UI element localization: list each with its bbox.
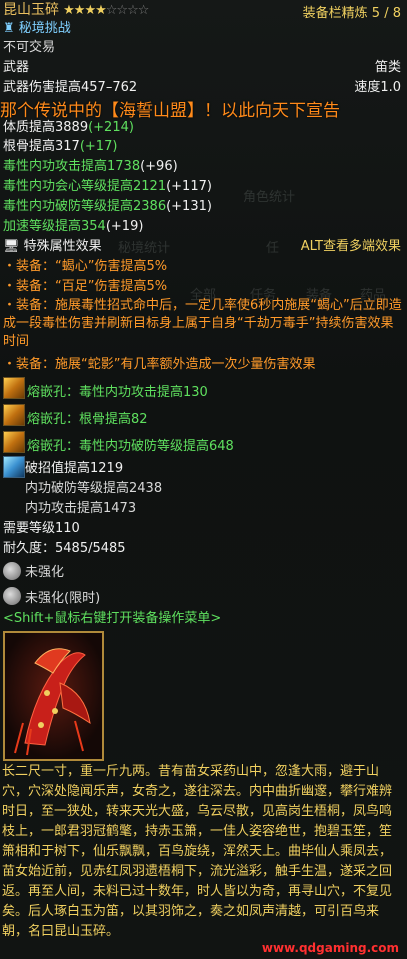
special-header-label: 特殊属性效果 — [23, 239, 102, 254]
level-requirement: 需要等级110 — [3, 521, 80, 536]
stat-line: 毒性内功攻击提高1738(+96) — [3, 159, 178, 175]
star-filled-icon: ★ — [84, 3, 96, 18]
special-header: 🖥 特殊属性效果 — [3, 239, 102, 255]
stat-text: 毒性内功会心等级提高2121 — [3, 179, 167, 194]
star-empty-icon: ☆ — [127, 3, 139, 18]
enhance-status: 未强化 — [25, 565, 65, 580]
weapon-speed: 速度1.0 — [354, 80, 401, 95]
blue-stone-icon[interactable] — [3, 456, 25, 478]
socket-line: 熔嵌孔：毒性内功破防等级提高648 — [27, 439, 234, 454]
item-tooltip: 角色统计 秘境统计 任 全部 任务 装备 药品 昆山玉碎 ★★★★☆☆☆☆ 装备… — [0, 0, 407, 959]
pagoda-icon: ♜ — [3, 21, 15, 36]
ghost-tab: 角色统计 — [243, 190, 296, 205]
special-effect: ・装备：施展“蛇影”有几率额外造成一次少量伤害效果 — [3, 357, 316, 372]
socket-line: 熔嵌孔：根骨提高82 — [27, 412, 148, 427]
ghost-tab: 秘境统计 — [118, 241, 171, 256]
stat-text: 加速等级提高354 — [3, 219, 106, 234]
weapon-type: 笛类 — [374, 60, 401, 75]
announcement-banner: 那个传说中的【海誓山盟】！以此向天下宣告 — [0, 101, 340, 121]
weapon-image — [3, 631, 104, 761]
star-filled-icon: ★ — [63, 3, 75, 18]
ghost-tab: 任 — [266, 241, 280, 256]
trade-status: 不可交易 — [3, 40, 56, 55]
weapon-damage: 武器伤害提高457–762 — [3, 80, 138, 95]
star-filled-icon: ★ — [95, 3, 107, 18]
stat-line: 根骨提高317(+17) — [3, 139, 117, 155]
special-effect: ・装备：施展毒性招式命中后，一定几率使6秒内施展“蝎心”后立即造成一段毒性伤害并… — [3, 298, 402, 349]
item-name: 昆山玉碎 — [3, 2, 59, 18]
stat-line: 毒性内功会心等级提高2121(+117) — [3, 179, 212, 195]
special-effect: ・装备：“蝎心”伤害提高5% — [3, 259, 168, 274]
enhance-icon[interactable] — [3, 587, 21, 605]
gold-gem-icon[interactable] — [3, 377, 25, 399]
enhance-timed-status: 未强化(限时) — [25, 591, 101, 606]
stat-bonus: (+117) — [166, 179, 212, 194]
item-category: 武器 — [3, 60, 30, 75]
special-effect: ・装备：“百足”伤害提高5% — [3, 279, 168, 294]
star-empty-icon: ☆ — [105, 3, 118, 18]
stat-bonus: (+19) — [105, 219, 144, 234]
item-header: 昆山玉碎 ★★★★☆☆☆☆ — [3, 2, 150, 19]
stone-line: 内功攻击提高1473 — [25, 501, 137, 516]
stat-text: 毒性内功破防等级提高2386 — [3, 199, 167, 214]
enhance-icon[interactable] — [3, 562, 21, 580]
stat-line: 体质提高3889(+214) — [3, 120, 134, 136]
star-filled-icon: ★ — [73, 3, 86, 18]
item-source-label: 秘境挑战 — [18, 21, 71, 36]
item-lore: 长二尺一寸，重一斤九两。昔有苗女采药山中，忽逢大雨，避于山穴，穴深处隐闻乐声，女… — [2, 764, 393, 939]
star-empty-icon: ☆ — [137, 3, 150, 18]
phoenix-flute-icon — [5, 633, 102, 759]
menu-hint: <Shift+鼠标右键打开装备操作菜单> — [3, 611, 222, 626]
stat-line: 加速等级提高354(+19) — [3, 219, 143, 235]
stat-text: 根骨提高317 — [3, 139, 80, 154]
stone-line: 破招值提高1219 — [25, 461, 124, 476]
stat-text: 毒性内功攻击提高1738 — [3, 159, 141, 174]
durability: 耐久度：5485/5485 — [3, 541, 126, 556]
stat-bonus: (+131) — [166, 199, 212, 214]
stat-bonus: (+96) — [140, 159, 178, 174]
socket-line: 熔嵌孔：毒性内功攻击提高130 — [27, 385, 208, 400]
stat-bonus: (+214) — [88, 120, 134, 135]
stat-bonus: (+17) — [79, 139, 118, 154]
stat-text: 体质提高3889 — [3, 120, 89, 135]
stat-line: 毒性内功破防等级提高2386(+131) — [3, 199, 212, 215]
star-rating: ★★★★☆☆☆☆ — [63, 3, 150, 18]
refine-level: 装备栏精炼 5 / 8 — [302, 6, 401, 21]
site-watermark: www.qdgaming.com — [261, 941, 399, 955]
star-empty-icon: ☆ — [116, 3, 128, 18]
item-source: ♜ 秘境挑战 — [3, 21, 71, 37]
gold-gem-icon[interactable] — [3, 431, 25, 453]
gold-gem-icon[interactable] — [3, 404, 25, 426]
stone-line: 内功破防等级提高2438 — [25, 481, 163, 496]
alt-hint: ALT查看多端效果 — [300, 239, 401, 254]
monitor-icon: 🖥 — [3, 239, 20, 254]
